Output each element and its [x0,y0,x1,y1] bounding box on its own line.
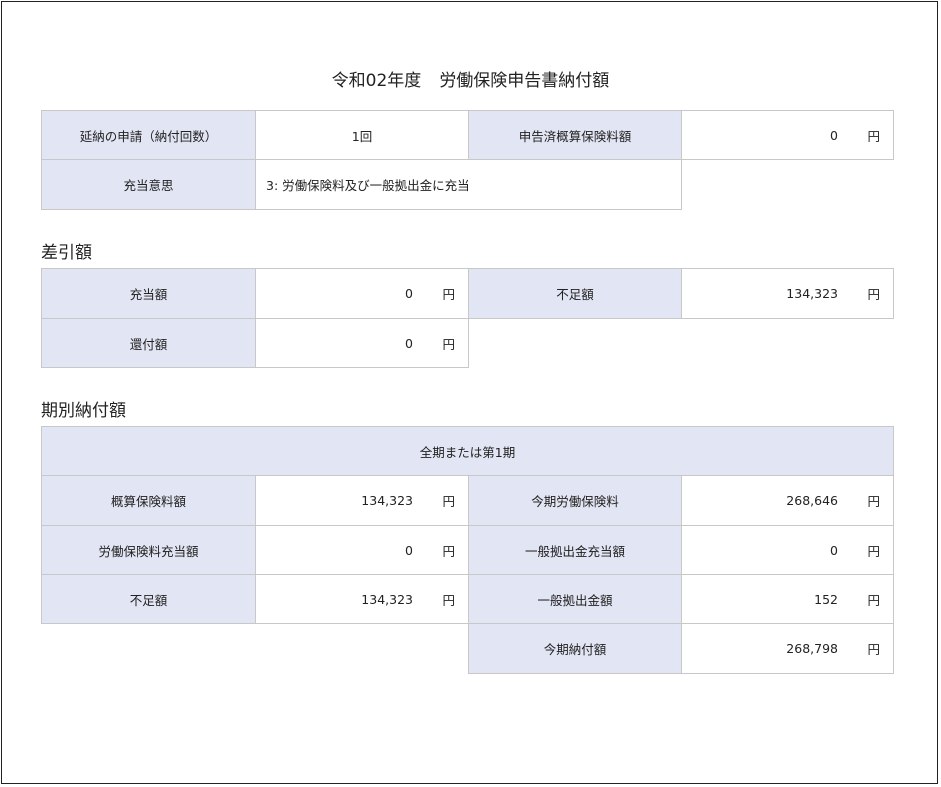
yen-unit: 円 [442,592,455,608]
estimated-premium-value: 134,323 [361,493,413,508]
current-payment-cell: 268,798 円 [681,623,894,674]
fiscal-year: 令和02年度 [331,71,422,91]
labor-allot-label: 労働保険料充当額 [41,525,256,575]
general-allot-cell: 0 円 [681,525,894,575]
refund-label: 還付額 [41,318,256,368]
period-header: 全期または第1期 [41,426,894,476]
general-contribution-cell: 152 円 [681,574,894,624]
page-title: 令和02年度 労働保険申告書納付額 [0,66,941,91]
deferral-label: 延納の申請（納付回数） [41,110,256,160]
yen-unit: 円 [867,592,880,608]
labor-allot-value: 0 [405,542,413,558]
general-allot-value: 0 [830,542,838,558]
labor-allot-cell: 0 円 [255,525,469,575]
title-text: 労働保険申告書納付額 [439,71,610,91]
period-shortfall-value: 134,323 [361,591,413,607]
estimated-premium-label: 概算保険料額 [41,475,256,526]
deferral-value: 1回 [255,110,469,160]
refund-cell: 0 円 [255,318,469,368]
general-contribution-value: 152 [814,591,838,607]
yen-unit: 円 [442,336,455,352]
period-shortfall-label: 不足額 [41,574,256,624]
intent-label: 充当意思 [41,159,256,210]
diff-heading: 差引額 [41,243,92,263]
allot-label: 充当額 [41,268,256,319]
declared-cell: 0 円 [681,110,894,160]
allot-value: 0 [405,286,413,301]
yen-unit: 円 [442,494,455,509]
general-allot-label: 一般拠出金充当額 [468,525,682,575]
shortfall-cell: 134,323 円 [681,268,894,319]
current-payment-label: 今期納付額 [468,623,682,674]
estimated-premium-cell: 134,323 円 [255,475,469,526]
shortfall-label: 不足額 [468,268,682,319]
declared-value: 0 [830,127,838,143]
declared-label: 申告済概算保険料額 [468,110,682,160]
period-heading: 期別納付額 [41,401,126,421]
general-contribution-label: 一般拠出金額 [468,574,682,624]
intent-value: 3: 労働保険料及び一般拠出金に充当 [255,159,682,210]
yen-unit: 円 [867,128,880,144]
refund-value: 0 [405,335,413,351]
allot-cell: 0 円 [255,268,469,319]
current-labor-premium-label: 今期労働保険料 [468,475,682,526]
current-labor-premium-value: 268,646 [786,493,838,508]
yen-unit: 円 [867,287,880,302]
yen-unit: 円 [442,543,455,559]
yen-unit: 円 [867,543,880,559]
period-shortfall-cell: 134,323 円 [255,574,469,624]
yen-unit: 円 [442,287,455,302]
shortfall-value: 134,323 [786,286,838,301]
current-labor-premium-cell: 268,646 円 [681,475,894,526]
current-payment-value: 268,798 [786,641,838,656]
yen-unit: 円 [867,642,880,657]
yen-unit: 円 [867,494,880,509]
